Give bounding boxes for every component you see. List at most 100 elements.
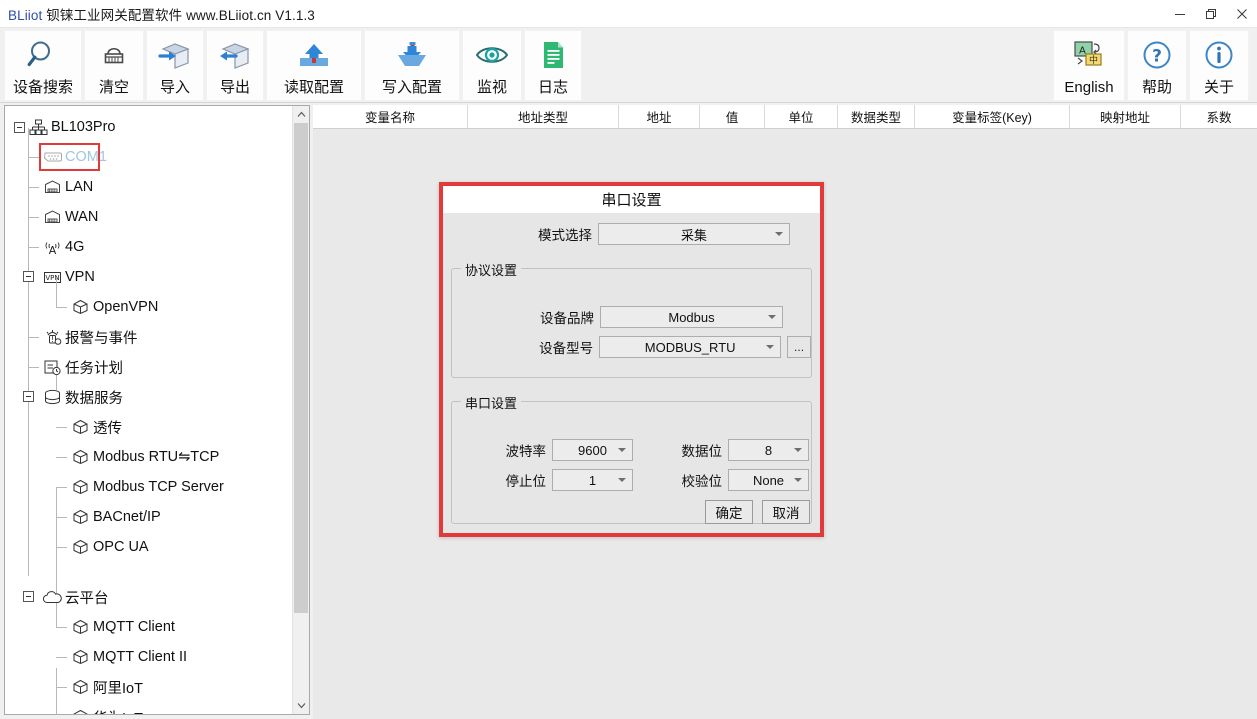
column-header-variable-name[interactable]: 变量名称 — [313, 105, 468, 128]
scrollbar-track[interactable] — [293, 123, 309, 697]
expander-minus-icon[interactable] — [23, 271, 34, 282]
antenna-icon: A — [42, 238, 63, 256]
tree-node-bl103pro[interactable]: BL103Pro — [5, 112, 293, 142]
dialog-button-bar: 确定 取消 — [705, 500, 810, 524]
model-browse-button[interactable]: ... — [787, 336, 811, 358]
log-button[interactable]: 日志 — [524, 30, 582, 101]
parity-select[interactable]: None — [728, 469, 809, 491]
toolbar-right-group: A 中 English ? 帮助 关于 — [1053, 30, 1251, 101]
window-title-text: 钡铼工业网关配置软件 www.BLiiot.cn V1.1.3 — [46, 7, 315, 23]
scroll-down-arrow-icon[interactable] — [293, 697, 309, 714]
svg-text:A: A — [1079, 46, 1086, 57]
import-label: 导入 — [159, 79, 190, 96]
baud-rate-value: 9600 — [578, 442, 607, 458]
tree-guide-line — [56, 687, 67, 688]
mode-select[interactable]: 采集 — [598, 223, 790, 245]
minimize-button[interactable] — [1164, 0, 1195, 28]
chevron-down-icon — [775, 232, 783, 236]
expander-minus-icon[interactable] — [23, 391, 34, 402]
upload-arrow-icon — [296, 35, 332, 75]
alarm-icon: ! — [42, 328, 63, 346]
cube-icon — [70, 508, 91, 526]
tree-node-huawei-iot[interactable]: 华为IoT — [5, 702, 293, 714]
export-button[interactable]: 导出 — [206, 30, 264, 101]
tree-node-label: OPC UA — [93, 539, 149, 555]
language-button[interactable]: A 中 English — [1053, 30, 1125, 101]
schedule-icon — [42, 358, 63, 376]
tree-node-transparent-transmission[interactable]: 透传 — [5, 412, 293, 442]
tree-node-label: WAN — [65, 209, 99, 225]
tree-node-com1[interactable]: COM1 — [5, 142, 293, 172]
column-header-coefficient[interactable]: 系数 — [1181, 105, 1257, 128]
read-config-button[interactable]: 读取配置 — [266, 30, 362, 101]
cube-icon — [70, 538, 91, 556]
clear-button[interactable]: 清空 — [84, 30, 144, 101]
tree-node-cloud-platform[interactable]: 云平台 — [5, 582, 293, 612]
data-bits-select[interactable]: 8 — [728, 439, 809, 461]
column-header-value[interactable]: 值 — [700, 105, 765, 128]
tree-node-alarm-events[interactable]: ! 报警与事件 — [5, 322, 293, 352]
device-search-label: 设备搜索 — [13, 79, 74, 96]
write-config-label: 写入配置 — [381, 79, 442, 96]
data-bits-value: 8 — [764, 442, 773, 458]
monitor-button[interactable]: 监视 — [462, 30, 522, 101]
tree-node-mqtt-client-ii[interactable]: MQTT Client II — [5, 642, 293, 672]
device-brand-select[interactable]: Modbus — [600, 306, 783, 328]
expander-minus-icon[interactable] — [14, 121, 25, 133]
column-header-unit[interactable]: 单位 — [765, 105, 838, 128]
tree-node-task-schedule[interactable]: 任务计划 — [5, 352, 293, 382]
chevron-down-icon — [794, 448, 802, 452]
tree-node-bacnet-ip[interactable]: BACnet/IP — [5, 502, 293, 532]
tree-node-data-service[interactable]: 数据服务 — [5, 382, 293, 412]
tree-guide-line — [56, 487, 67, 488]
tree-guide-line — [56, 457, 67, 458]
stop-bits-select[interactable]: 1 — [552, 469, 633, 491]
tree-node-4g[interactable]: A 4G — [5, 232, 293, 262]
tree-guide-line — [56, 278, 57, 307]
document-icon — [536, 35, 570, 75]
cube-icon — [70, 448, 91, 466]
column-header-address-type[interactable]: 地址类型 — [468, 105, 619, 128]
tree-node-label: 云平台 — [65, 590, 109, 607]
write-config-button[interactable]: 写入配置 — [364, 30, 460, 101]
maximize-restore-button[interactable] — [1195, 0, 1226, 28]
protocol-settings-group: 协议设置 设备品牌 Modbus 设备型号 MODBUS_RTU ... — [451, 260, 812, 378]
window-controls — [1164, 0, 1257, 28]
chevron-down-icon — [618, 448, 626, 452]
tree-guide-line — [28, 337, 39, 338]
tree-node-vpn[interactable]: VPN VPN — [5, 262, 293, 292]
scrollbar-thumb[interactable] — [294, 123, 308, 613]
tree-node-openvpn[interactable]: OpenVPN — [5, 278, 293, 322]
help-button[interactable]: ? 帮助 — [1127, 30, 1187, 101]
tree-node-modbus-rtu-tcp[interactable]: Modbus RTU⇋TCP — [5, 442, 293, 472]
tree-node-modbus-tcp-server[interactable]: Modbus TCP Server — [5, 472, 293, 502]
device-search-button[interactable]: 设备搜索 — [4, 30, 82, 101]
ok-button[interactable]: 确定 — [705, 500, 753, 524]
scroll-up-arrow-icon[interactable] — [293, 106, 309, 123]
tree-guide-line — [56, 427, 67, 428]
export-box-icon — [217, 35, 253, 75]
tree-node-lan[interactable]: LAN — [5, 172, 293, 202]
column-header-variable-key[interactable]: 变量标签(Key) — [915, 105, 1070, 128]
import-button[interactable]: 导入 — [146, 30, 204, 101]
device-tree: BL103Pro COM1 LAN WAN A 4G VPN VPN OpenV… — [5, 106, 293, 714]
expander-minus-icon[interactable] — [23, 591, 34, 602]
tree-node-mqtt-client[interactable]: MQTT Client — [5, 612, 293, 642]
column-header-mapping-address[interactable]: 映射地址 — [1070, 105, 1181, 128]
column-header-address[interactable]: 地址 — [619, 105, 700, 128]
variable-grid-header: 变量名称 地址类型 地址 值 单位 数据类型 变量标签(Key) 映射地址 系数 — [313, 105, 1257, 129]
tree-guide-line — [28, 247, 39, 248]
cancel-button[interactable]: 取消 — [762, 500, 810, 524]
tree-node-aliyun-iot[interactable]: 阿里IoT — [5, 672, 293, 702]
tree-node-wan[interactable]: WAN — [5, 202, 293, 232]
baud-rate-select[interactable]: 9600 — [552, 439, 633, 461]
tree-node-label: COM1 — [65, 149, 107, 165]
about-button[interactable]: 关于 — [1189, 30, 1249, 101]
brand-label: 设备品牌 — [540, 311, 594, 326]
export-label: 导出 — [219, 79, 250, 96]
column-header-data-type[interactable]: 数据类型 — [838, 105, 915, 128]
tree-node-opc-ua[interactable]: OPC UA — [5, 532, 293, 562]
device-model-select[interactable]: MODBUS_RTU — [599, 336, 782, 358]
close-button[interactable] — [1226, 0, 1257, 28]
tree-vertical-scrollbar[interactable] — [292, 106, 309, 714]
